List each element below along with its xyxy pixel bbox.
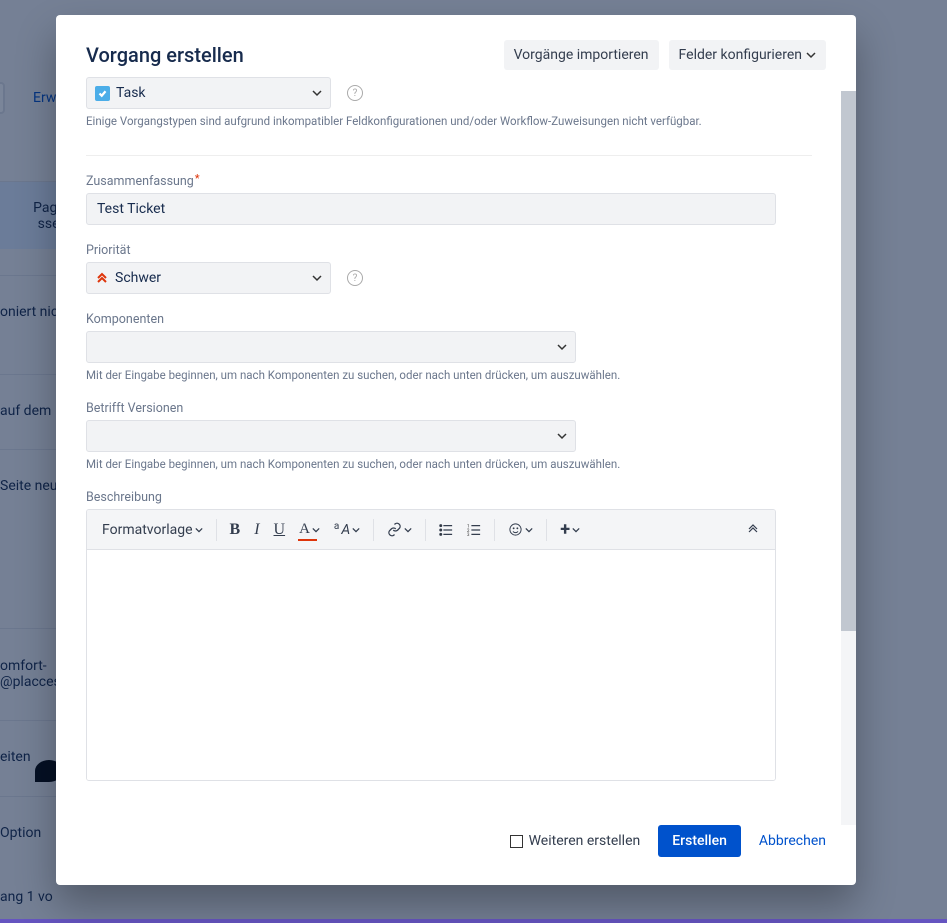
summary-input[interactable] <box>86 193 776 225</box>
link-icon <box>387 522 402 537</box>
priority-label: Priorität <box>86 243 812 258</box>
format-dropdown[interactable]: Formatvorlage <box>95 518 210 542</box>
bullet-list-button[interactable] <box>432 519 460 541</box>
versions-select[interactable] <box>86 420 576 452</box>
insert-more-button[interactable]: + <box>553 515 587 544</box>
create-another-label: Weiteren erstellen <box>529 833 641 849</box>
toolbar-divider <box>425 519 426 541</box>
chevron-down-icon <box>557 342 567 352</box>
chevron-down-icon <box>195 526 203 534</box>
help-icon[interactable]: ? <box>347 85 363 101</box>
task-icon <box>95 86 110 101</box>
toolbar-divider <box>373 519 374 541</box>
bullet-list-icon <box>439 523 453 537</box>
description-label: Beschreibung <box>86 490 812 505</box>
text-color-button[interactable]: A <box>292 517 327 542</box>
summary-label: Zusammenfassung* <box>86 174 812 189</box>
configure-fields-label: Felder konfigurieren <box>679 47 802 63</box>
dialog-body: Task ? Einige Vorgangstypen sind aufgrun… <box>56 75 856 811</box>
italic-button[interactable]: I <box>247 517 266 543</box>
components-label: Komponenten <box>86 312 812 327</box>
chevron-down-icon <box>312 88 322 98</box>
priority-value: Schwer <box>115 270 161 286</box>
chevron-down-icon <box>525 526 533 534</box>
versions-label: Betrifft Versionen <box>86 401 812 416</box>
chevron-down-icon <box>806 50 816 60</box>
create-button[interactable]: Erstellen <box>658 825 741 857</box>
toolbar-divider <box>494 519 495 541</box>
description-editor: Formatvorlage B I U A aA <box>86 509 776 781</box>
plus-icon: + <box>560 519 570 540</box>
chevron-down-icon <box>404 526 412 534</box>
toolbar-divider <box>546 519 547 541</box>
emoji-icon <box>508 522 523 537</box>
format-label: Formatvorlage <box>102 522 193 538</box>
chevron-down-icon <box>572 526 580 534</box>
dialog-title: Vorgang erstellen <box>86 43 244 67</box>
svg-text:3: 3 <box>467 533 470 537</box>
collapse-icon <box>746 523 760 537</box>
chevron-down-icon <box>312 273 322 283</box>
issuetype-value: Task <box>116 85 146 101</box>
versions-help-text: Mit der Eingabe beginnen, um nach Kompon… <box>86 456 812 472</box>
toolbar-divider <box>216 519 217 541</box>
create-another-checkbox-wrap[interactable]: Weiteren erstellen <box>510 833 641 849</box>
dialog-header: Vorgang erstellen Vorgänge importieren F… <box>56 15 856 75</box>
import-issues-button[interactable]: Vorgänge importieren <box>504 40 659 70</box>
dialog-footer: Weiteren erstellen Erstellen Abbrechen <box>56 811 856 885</box>
link-button[interactable] <box>380 518 419 541</box>
issuetype-select[interactable]: Task <box>86 77 331 109</box>
chevron-down-icon <box>352 526 360 534</box>
editor-toolbar: Formatvorlage B I U A aA <box>87 510 775 550</box>
subscript-button[interactable]: aA <box>327 518 367 542</box>
divider <box>86 155 812 156</box>
create-issue-dialog: Vorgang erstellen Vorgänge importieren F… <box>56 15 856 885</box>
components-select[interactable] <box>86 331 576 363</box>
underline-button[interactable]: U <box>267 517 293 543</box>
numbered-list-button[interactable]: 123 <box>460 519 488 541</box>
chevron-down-icon <box>312 526 320 534</box>
issuetype-help-text: Einige Vorgangstypen sind aufgrund inkom… <box>86 113 812 129</box>
components-help-text: Mit der Eingabe beginnen, um nach Kompon… <box>86 367 812 383</box>
help-icon[interactable]: ? <box>347 270 363 286</box>
checkbox-icon <box>510 835 523 848</box>
numbered-list-icon: 123 <box>467 523 481 537</box>
collapse-toolbar-button[interactable] <box>739 519 767 541</box>
emoji-button[interactable] <box>501 518 540 541</box>
configure-fields-button[interactable]: Felder konfigurieren <box>669 40 826 70</box>
bottom-accent-bar <box>0 919 947 923</box>
scrollbar-thumb[interactable] <box>841 91 856 631</box>
priority-select[interactable]: Schwer <box>86 262 331 294</box>
chevron-down-icon <box>557 431 567 441</box>
priority-major-icon <box>95 271 109 285</box>
description-textarea[interactable] <box>87 550 775 780</box>
bold-button[interactable]: B <box>223 517 248 543</box>
cancel-button[interactable]: Abbrechen <box>759 833 826 849</box>
